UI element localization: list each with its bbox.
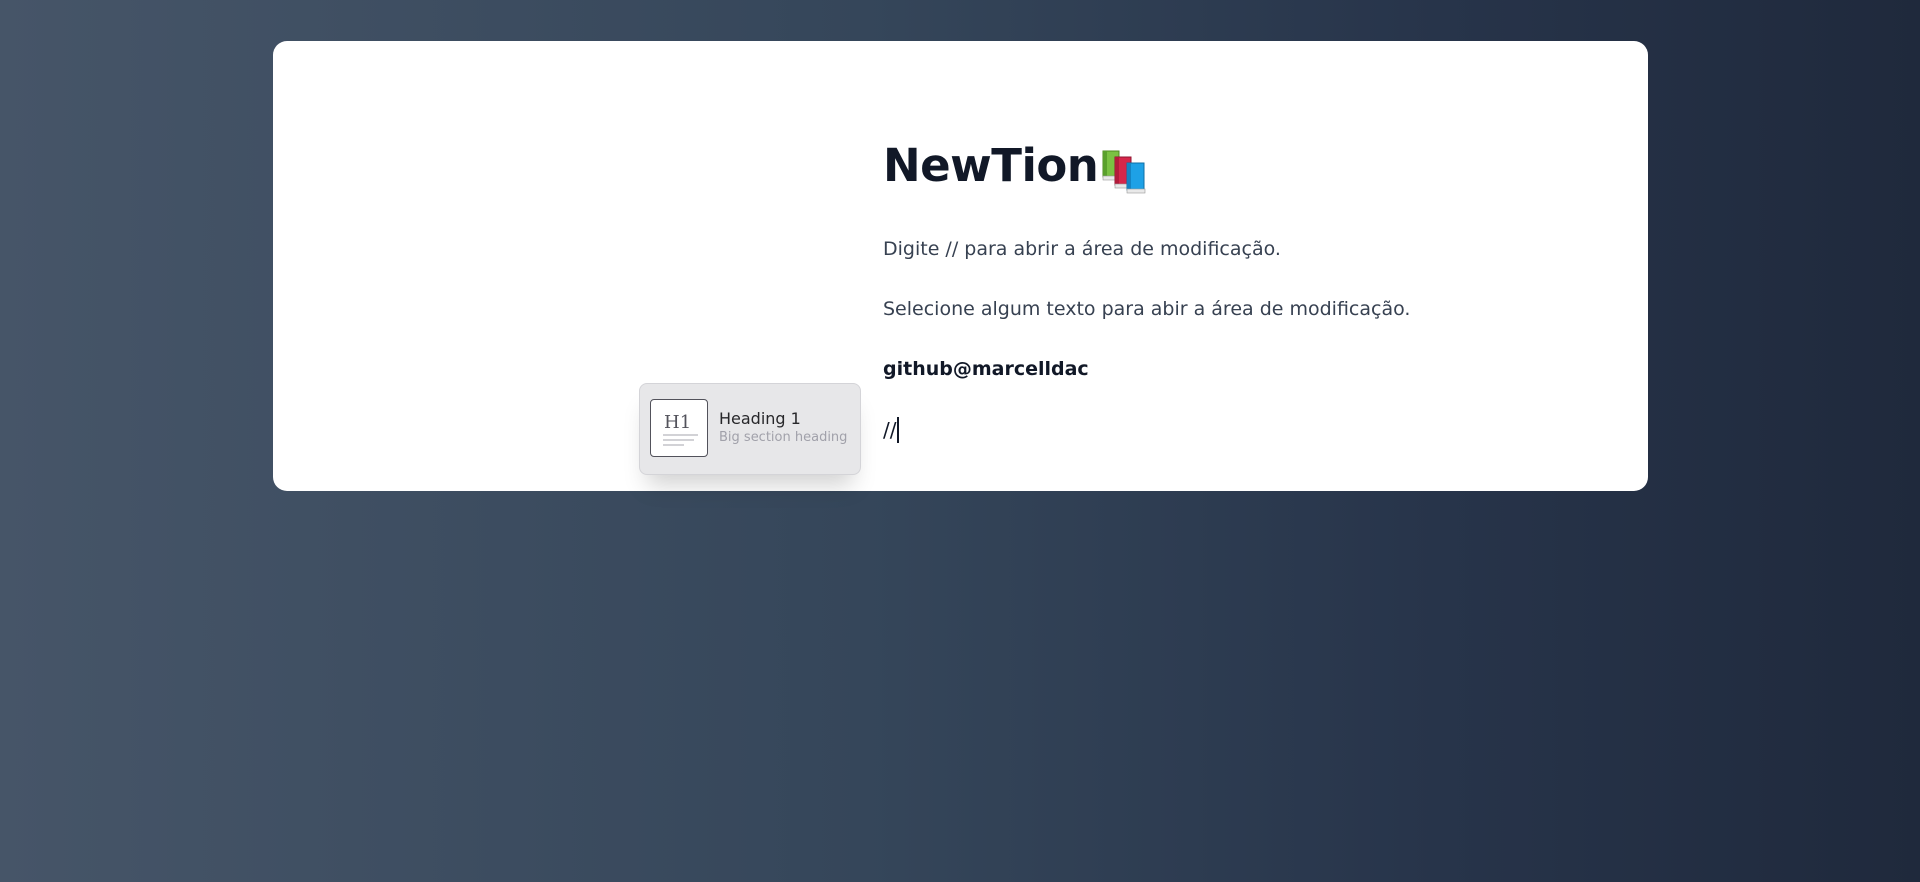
slash-command-menu: H1 Heading 1 Big section heading — [639, 383, 861, 475]
menu-item-description: Big section heading — [719, 430, 848, 445]
menu-item-text: Heading 1 Big section heading — [719, 409, 847, 447]
slash-command-text: // — [883, 418, 897, 442]
text-caret — [897, 417, 899, 443]
github-credit[interactable]: github@marcelldac — [883, 358, 1089, 380]
editor-card: NewTion Digite // para abrir a área de m… — [273, 41, 1648, 491]
menu-item-heading-1[interactable]: H1 Heading 1 Big section heading — [650, 399, 847, 457]
instruction-paragraph-2[interactable]: Selecione algum texto para abir a área d… — [883, 298, 1410, 320]
editor-input-line[interactable]: // — [883, 417, 899, 443]
heading-1-icon-text: H1 — [664, 412, 691, 433]
heading-1-icon: H1 — [650, 399, 708, 457]
page-title[interactable]: NewTion — [883, 143, 1099, 188]
instruction-paragraph-1[interactable]: Digite // para abrir a área de modificaç… — [883, 238, 1281, 260]
menu-item-label: Heading 1 — [719, 409, 801, 428]
books-icon — [1102, 150, 1146, 194]
